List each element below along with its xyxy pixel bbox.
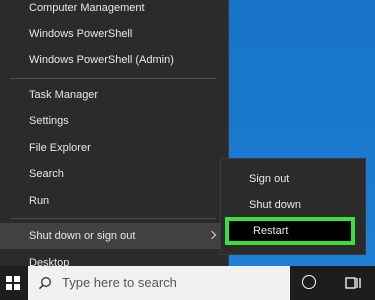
menu-separator [10,218,216,219]
restart-option[interactable]: Restart [225,217,355,245]
shut-down-label: Shut down [249,199,301,211]
menu-separator [10,78,216,79]
menu-item-windows-powershell-admin[interactable]: Windows PowerShell (Admin) [0,47,228,73]
windows-logo-tile [14,276,20,282]
menu-item-label: Task Manager [29,89,99,101]
menu-item-label: Run [29,195,50,207]
menu-item-task-manager[interactable]: Task Manager [0,82,228,108]
menu-item-label: Settings [29,115,69,127]
windows-logo-tile [14,284,20,290]
menu-item-windows-powershell[interactable]: Windows PowerShell [0,21,228,47]
winx-context-menu: Computer Management Windows PowerShell W… [0,0,229,276]
cortana-icon[interactable] [302,275,316,289]
restart-label: Restart [253,225,289,237]
taskbar: Type here to search [0,266,375,300]
menu-item-search[interactable]: Search [0,161,228,187]
taskbar-search-box[interactable]: Type here to search [28,266,290,300]
shut-down-option[interactable]: Shut down [221,192,365,218]
menu-item-label: Windows PowerShell [29,28,133,40]
menu-item-settings[interactable]: Settings [0,108,228,134]
menu-item-label: File Explorer [29,142,91,154]
sign-out-option[interactable]: Sign out [221,166,365,192]
menu-item-shut-down-or-sign-out[interactable]: Shut down or sign out [0,223,228,249]
chevron-right-icon [207,230,217,240]
shutdown-submenu: Sign out Shut down Restart [220,158,366,255]
menu-item-label: Shut down or sign out [29,230,136,242]
menu-item-label: Computer Management [29,2,145,14]
search-placeholder: Type here to search [62,275,177,290]
menu-item-file-explorer[interactable]: File Explorer [0,135,228,161]
windows-logo-icon [6,276,12,282]
menu-item-label: Windows PowerShell (Admin) [29,54,174,66]
menu-item-computer-management[interactable]: Computer Management [0,0,228,21]
task-view-icon[interactable] [344,274,362,292]
windows-logo-tile [6,284,12,290]
menu-item-label: Search [29,168,64,180]
start-button[interactable] [0,266,28,300]
menu-item-run[interactable]: Run [0,188,228,214]
search-icon [38,277,51,290]
sign-out-label: Sign out [249,173,290,185]
